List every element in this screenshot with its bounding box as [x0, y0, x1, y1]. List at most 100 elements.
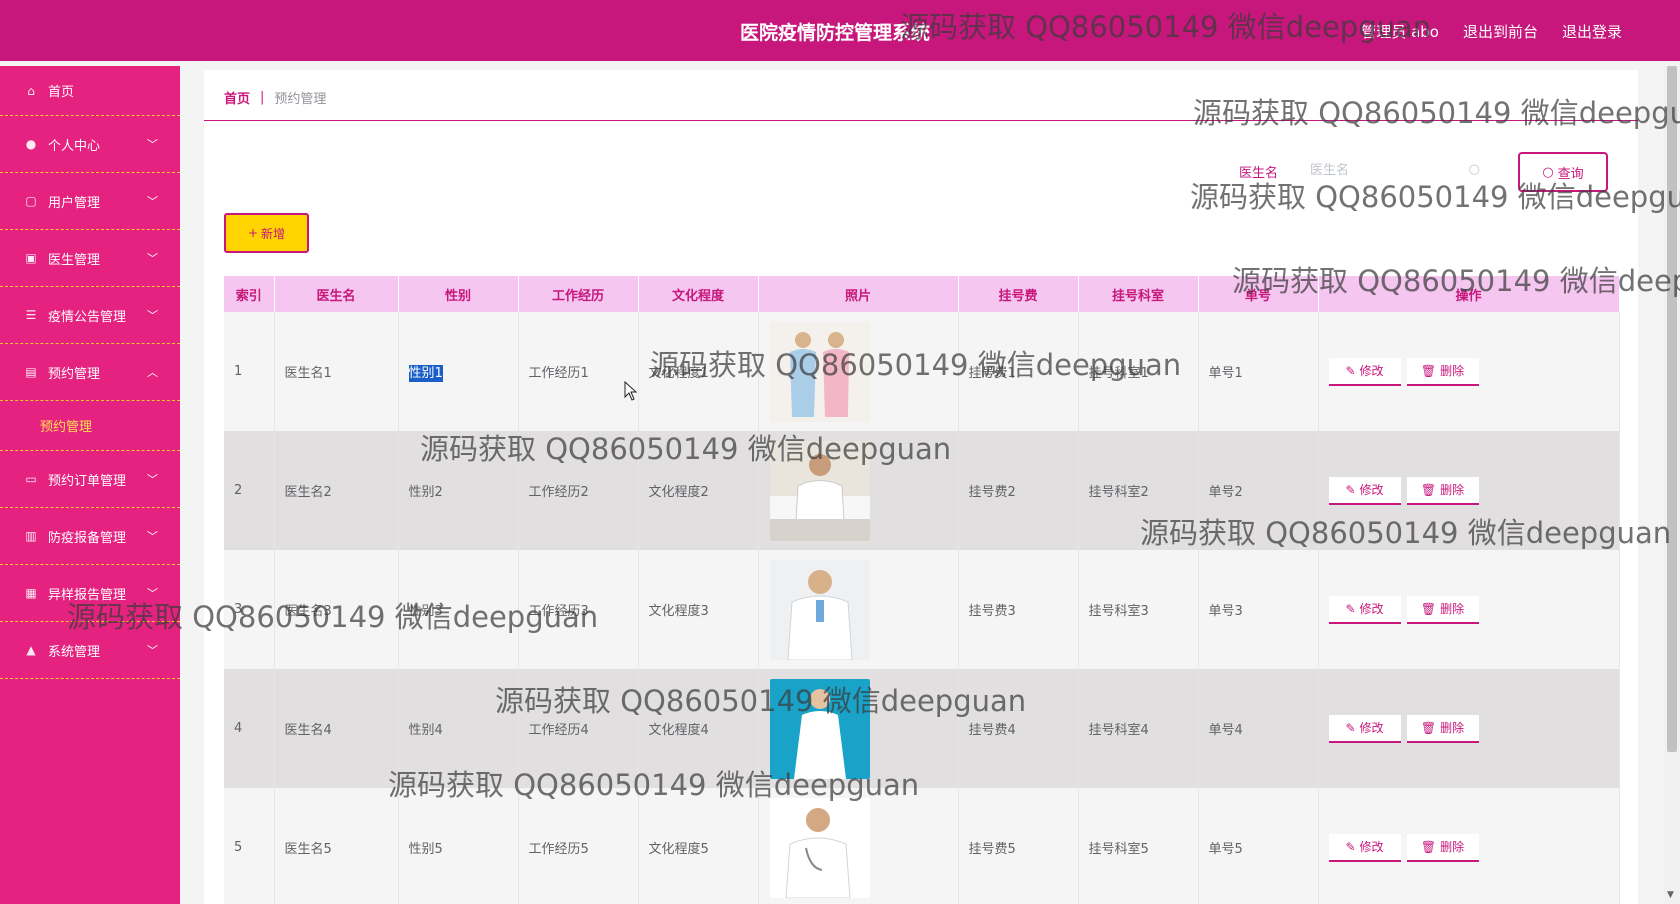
breadcrumb-current: 预约管理 — [274, 92, 327, 107]
breadcrumb-home[interactable]: 首页 — [224, 88, 250, 107]
column-header: 挂号费 — [958, 276, 1079, 312]
sidebar-item-label: 疫情公告管理 — [48, 309, 127, 325]
sidebar-item-notices[interactable]: ☰ 疫情公告管理 ﹀ — [0, 287, 180, 344]
sidebar-item-label: 用户管理 — [48, 195, 101, 211]
column-header: 照片 — [758, 276, 959, 312]
table-row[interactable]: 5 医生名5 性别5 工作经历5 文化程度5 挂号费5 挂号科室5 单号5 ✎ … — [224, 788, 1620, 904]
column-header: 单号 — [1198, 276, 1319, 312]
add-button-label: 新增 — [261, 226, 286, 241]
column-header: 医生名 — [274, 276, 399, 312]
column-header: 工作经历 — [518, 276, 639, 312]
sidebar-item-doctors[interactable]: ▣ 医生管理 ﹀ — [0, 230, 180, 287]
cell-education: 文化程度1 — [638, 312, 759, 431]
cell-order-no: 单号5 — [1198, 788, 1319, 904]
chevron-down-icon: ﹀ — [147, 138, 158, 151]
main-content: 首页 | 预约管理 医生名 ○ ○ 查询 + 新增 索引 医生名 性别 工作经历… — [204, 70, 1638, 904]
cell-experience: 工作经历4 — [518, 669, 639, 788]
cell-fee: 挂号费5 — [958, 788, 1079, 904]
table-row[interactable]: 2 医生名2 性别2 工作经历2 文化程度2 挂号费2 挂号科室2 单号2 ✎ … — [224, 431, 1620, 550]
search-label: 医生名 — [1239, 166, 1279, 181]
cell-fee: 挂号费2 — [958, 431, 1079, 550]
scroll-down-arrow-icon[interactable]: ▼ — [1667, 890, 1674, 900]
sidebar-item-system[interactable]: ▲ 系统管理 ﹀ — [0, 622, 180, 679]
sidebar-item-anomalies[interactable]: ▦ 异样报告管理 ﹀ — [0, 565, 180, 622]
doctor-photo — [769, 321, 870, 422]
alert-icon: ▦ — [25, 586, 37, 600]
cell-order-no: 单号2 — [1198, 431, 1319, 550]
add-button[interactable]: + 新增 — [224, 213, 309, 253]
trash-icon: 🗑 — [1420, 601, 1437, 616]
cell-department: 挂号科室2 — [1078, 431, 1199, 550]
doctor-photo — [769, 440, 870, 541]
edit-button[interactable]: ✎ 修改 — [1328, 476, 1401, 505]
search-input[interactable] — [1310, 162, 1460, 178]
order-icon: ▭ — [25, 472, 37, 486]
delete-button[interactable]: 🗑 删除 — [1406, 714, 1479, 743]
doctor-icon: ▣ — [25, 251, 37, 265]
cell-index: 4 — [224, 669, 275, 788]
sidebar-item-label: 防疫报备管理 — [48, 530, 127, 546]
sidebar-item-label: 个人中心 — [48, 138, 101, 154]
cell-experience: 工作经历3 — [518, 550, 639, 669]
logout-link[interactable]: 退出登录 — [1562, 21, 1622, 42]
appointments-table: 索引 医生名 性别 工作经历 文化程度 照片 挂号费 挂号科室 单号 操作 1 … — [224, 276, 1620, 904]
cell-fee: 挂号费4 — [958, 669, 1079, 788]
sidebar-item-label: 预约订单管理 — [48, 473, 127, 489]
scrollbar-thumb[interactable] — [1667, 66, 1677, 752]
delete-button[interactable]: 🗑 删除 — [1406, 595, 1479, 624]
breadcrumb-separator: | — [260, 90, 265, 105]
cell-department: 挂号科室5 — [1078, 788, 1199, 904]
cell-doctor-name: 医生名2 — [274, 431, 399, 550]
table-header-row: 索引 医生名 性别 工作经历 文化程度 照片 挂号费 挂号科室 单号 操作 — [224, 276, 1620, 312]
doctor-photo — [769, 797, 870, 898]
sidebar-item-label: 首页 — [48, 85, 75, 100]
edit-icon: ✎ — [1345, 720, 1356, 735]
table-row[interactable]: 4 医生名4 性别4 工作经历4 文化程度4 挂号费4 挂号科室4 单号4 ✎ 修… — [224, 669, 1620, 788]
column-header: 操作 — [1318, 276, 1620, 312]
sidebar-item-label: 系统管理 — [48, 644, 101, 660]
settings-icon: ▲ — [26, 643, 36, 657]
sidebar-subitem-appointments[interactable]: 预约管理 — [0, 401, 180, 451]
sidebar-item-label: 异样报告管理 — [48, 587, 127, 603]
list-icon: ☰ — [25, 308, 37, 322]
edit-button[interactable]: ✎ 修改 — [1328, 595, 1401, 624]
sidebar-item-users[interactable]: ▢ 用户管理 ﹀ — [0, 173, 180, 230]
sidebar-item-profile[interactable]: ● 个人中心 ﹀ — [0, 116, 180, 173]
edit-button[interactable]: ✎ 修改 — [1328, 357, 1401, 386]
page-scrollbar[interactable]: ▼ — [1664, 66, 1680, 904]
chevron-down-icon: ﹀ — [147, 309, 158, 322]
delete-button[interactable]: 🗑 删除 — [1406, 357, 1479, 386]
column-header: 性别 — [398, 276, 519, 312]
top-header: 医院疫情防控管理系统 管理员 abo 退出到前台 退出登录 — [0, 0, 1680, 61]
sidebar-item-home[interactable]: ⌂ 首页 — [0, 66, 180, 116]
column-header: 文化程度 — [638, 276, 759, 312]
cell-index: 5 — [224, 788, 275, 904]
edit-button[interactable]: ✎ 修改 — [1328, 833, 1401, 862]
sidebar-item-reports[interactable]: ▥ 防疫报备管理 ﹀ — [0, 508, 180, 565]
delete-button[interactable]: 🗑 删除 — [1406, 476, 1479, 505]
column-header: 挂号科室 — [1078, 276, 1199, 312]
cell-order-no: 单号4 — [1198, 669, 1319, 788]
search-icon: ○ — [1468, 162, 1480, 177]
breadcrumb: 首页 | 预约管理 — [224, 88, 326, 107]
breadcrumb-divider — [204, 120, 1638, 121]
back-to-front-link[interactable]: 退出到前台 — [1463, 21, 1538, 42]
sidebar-item-orders[interactable]: ▭ 预约订单管理 ﹀ — [0, 451, 180, 508]
table-row[interactable]: 3 医生名3 性别3 工作经历3 文化程度3 挂号费3 挂号科室3 单号3 ✎ … — [224, 550, 1620, 669]
chevron-down-icon: ﹀ — [147, 473, 158, 486]
cell-education: 文化程度3 — [638, 550, 759, 669]
delete-button[interactable]: 🗑 删除 — [1406, 833, 1479, 862]
chevron-down-icon: ﹀ — [147, 587, 158, 600]
cell-doctor-name: 医生名5 — [274, 788, 399, 904]
edit-button[interactable]: ✎ 修改 — [1328, 714, 1401, 743]
cell-education: 文化程度4 — [638, 669, 759, 788]
plus-icon: + — [247, 226, 259, 240]
cell-doctor-name: 医生名1 — [274, 312, 399, 431]
query-button[interactable]: ○ 查询 — [1518, 152, 1608, 192]
admin-name: 管理员 abo — [1361, 23, 1439, 41]
table-row[interactable]: 1 医生名1 性别1 工作经历1 文化程度1 挂号费1 挂号科室1 单号1 ✎ … — [224, 312, 1620, 431]
cell-index: 3 — [224, 550, 275, 669]
cell-gender-selected: 性别1 — [408, 365, 443, 382]
cell-experience: 工作经历2 — [518, 431, 639, 550]
sidebar-item-appointments[interactable]: ▤ 预约管理 ︿ — [0, 344, 180, 401]
